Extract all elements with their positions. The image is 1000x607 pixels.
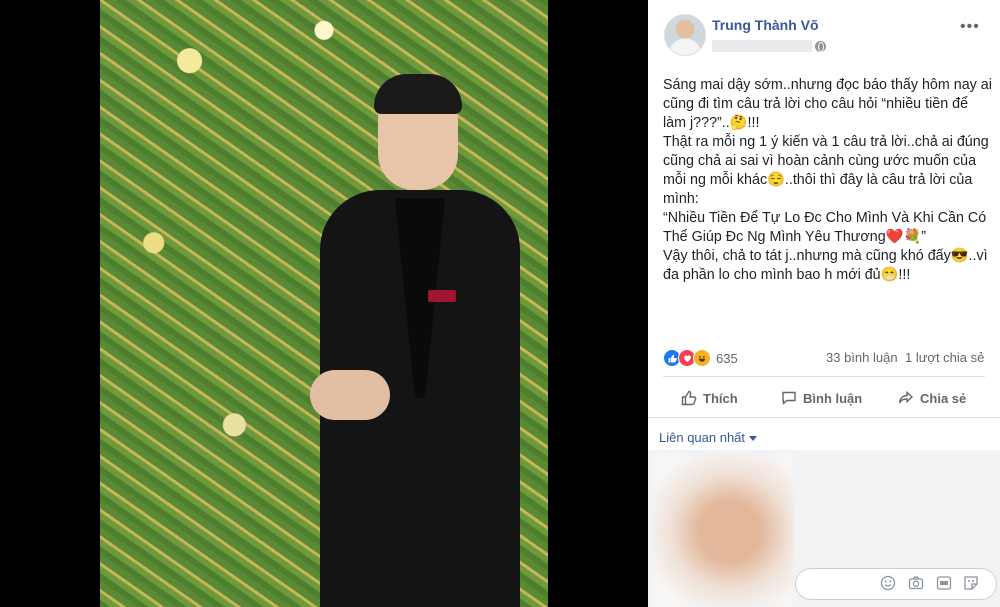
sticker-icon[interactable]	[963, 575, 979, 591]
post-paragraph: Sáng mai dậy sớm..nhưng đọc báo thấy hôm…	[663, 77, 992, 131]
reactions-summary[interactable]: 635	[663, 349, 738, 367]
emoji-icon[interactable]	[880, 575, 896, 591]
globe-icon[interactable]	[815, 41, 826, 52]
more-options-icon[interactable]: •••	[960, 18, 980, 36]
post-photo[interactable]	[100, 0, 548, 607]
post-body: Sáng mai dậy sớm..nhưng đọc báo thấy hôm…	[663, 76, 993, 285]
comment-button[interactable]: Bình luận	[781, 388, 862, 408]
post-paragraph: Vậy thôi, chả to tát j..nhưng mà cũng kh…	[663, 248, 988, 283]
comment-sort-label: Liên quan nhất	[659, 430, 746, 445]
photo-subject	[310, 74, 540, 607]
divider	[648, 417, 1000, 418]
post-paragraph: Thật ra mỗi ng 1 ý kiến và 1 câu trả lời…	[663, 134, 989, 207]
reaction-count: 635	[716, 350, 738, 366]
comment-sort-dropdown[interactable]: Liên quan nhất	[659, 430, 758, 445]
blurred-commenter-image	[653, 456, 793, 607]
gif-icon[interactable]	[936, 575, 952, 591]
caret-down-icon	[749, 436, 758, 442]
thumbs-up-icon	[681, 390, 697, 406]
comment-bubble-icon	[782, 391, 796, 406]
share-label: Chia sẻ	[920, 390, 967, 406]
share-arrow-icon	[898, 390, 914, 404]
like-button[interactable]: Thích	[681, 388, 738, 408]
comment-count-link[interactable]: 33 bình luận	[826, 350, 898, 365]
photo-viewer	[0, 0, 648, 607]
share-count-link[interactable]: 1 lượt chia sẻ	[905, 350, 984, 365]
share-button[interactable]: Chia sẻ	[898, 388, 966, 408]
author-name[interactable]: Trung Thành Võ	[712, 17, 819, 33]
like-label: Thích	[703, 390, 738, 406]
camera-icon[interactable]	[908, 575, 924, 591]
author-avatar[interactable]	[664, 14, 706, 56]
comment-label: Bình luận	[803, 390, 863, 406]
post-timestamp-redacted	[712, 40, 812, 52]
haha-reaction-icon	[693, 349, 711, 367]
post-paragraph: “Nhiều Tiền Để Tự Lo Đc Cho Mình Và Khi …	[663, 210, 987, 245]
divider	[663, 376, 985, 377]
